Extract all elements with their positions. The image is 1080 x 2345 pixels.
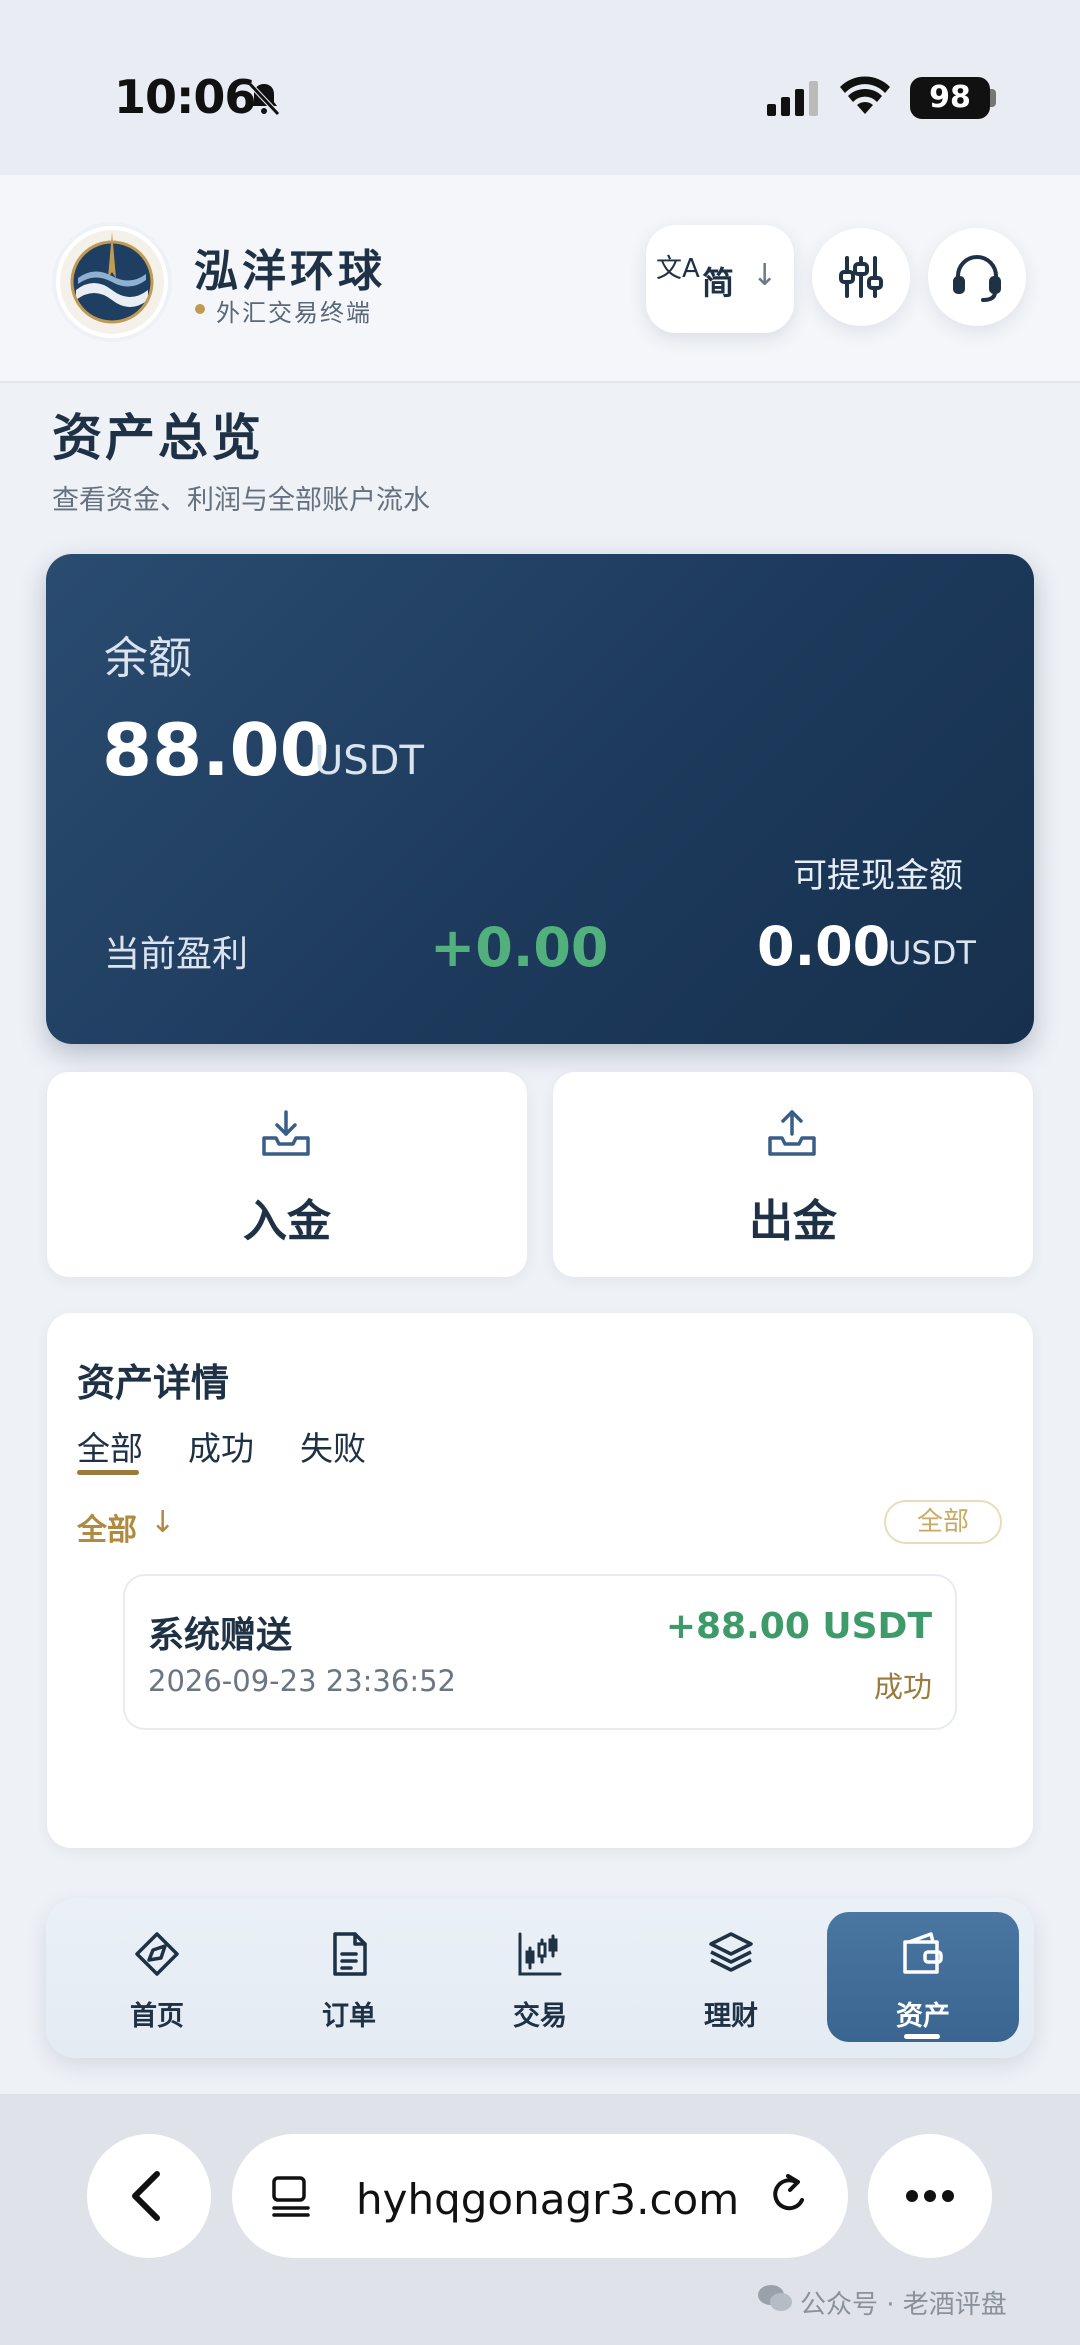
brand-subtitle: 外汇交易终端 (216, 299, 372, 327)
wechat-icon (758, 2285, 792, 2311)
profit-label: 当前盈利 (104, 934, 249, 975)
arrow-down-icon: ↓ (150, 1505, 176, 1540)
balance-label: 余额 (104, 633, 192, 684)
withdrawable-label: 可提现金额 (793, 856, 963, 896)
candlestick-icon (518, 1932, 562, 1976)
headset-icon (953, 255, 1001, 302)
page-menu-icon[interactable] (268, 2172, 314, 2218)
back-button[interactable] (87, 2134, 211, 2258)
deposit-label: 入金 (243, 1196, 331, 1247)
balance-unit: USDT (314, 738, 424, 784)
brand-logo (52, 222, 172, 342)
compass-icon (135, 1932, 179, 1976)
wallet-icon (903, 1932, 943, 1974)
tab-home[interactable]: 首页 (62, 1912, 252, 2042)
document-icon (333, 1932, 367, 1976)
brand-dot (195, 304, 205, 314)
tab-label: 资产 (896, 2001, 950, 2032)
tab-all[interactable]: 全部 (77, 1422, 143, 1470)
reload-icon[interactable] (766, 2172, 812, 2220)
tab-success[interactable]: 成功 (188, 1422, 254, 1470)
record-amount: +88.00 USDT (665, 1606, 932, 1647)
record-time: 2026-09-23 23:36:52 (148, 1664, 456, 1698)
sliders-icon (839, 256, 883, 298)
ellipsis-icon (906, 2190, 954, 2202)
language-label: 简 (702, 264, 735, 302)
tab-label: 交易 (513, 2001, 567, 2032)
balance-amount: 88.00 (102, 708, 330, 792)
support-button[interactable] (928, 228, 1026, 326)
tab-orders[interactable]: 订单 (254, 1912, 444, 2042)
tab-trade[interactable]: 交易 (445, 1912, 635, 2042)
filter-pill[interactable]: 全部 (884, 1500, 1002, 1544)
tab-active-underline (77, 1470, 139, 1475)
tab-label: 理财 (704, 2001, 758, 2032)
translate-icon: 文A (656, 254, 700, 284)
asset-detail-title: 资产详情 (77, 1361, 230, 1405)
tab-failed[interactable]: 失败 (300, 1422, 366, 1470)
brand-name: 泓洋环球 (194, 246, 386, 297)
download-tray-icon (262, 1110, 310, 1156)
record-title: 系统赠送 (148, 1615, 293, 1656)
active-tab-indicator (904, 2034, 940, 2039)
filter-dropdown[interactable]: 全部 (77, 1505, 137, 1549)
tab-label: 首页 (130, 2001, 184, 2032)
page-subtitle: 查看资金、利润与全部账户流水 (52, 485, 430, 516)
withdrawable-value: 0.00 (757, 915, 891, 978)
page-title: 资产总览 (52, 409, 264, 467)
profit-value: +0.00 (430, 916, 609, 979)
battery-level: 98 (910, 77, 990, 119)
status-time: 10:06 (114, 70, 256, 124)
battery-tip (990, 89, 996, 107)
tab-assets[interactable]: 资产 (828, 1912, 1018, 2042)
settings-button[interactable] (812, 228, 910, 326)
watermark-text: 公众号 · 老酒评盘 (800, 2290, 1007, 2320)
box-icon (709, 1932, 753, 1972)
bell-muted-icon (248, 82, 280, 116)
more-button[interactable] (868, 2134, 992, 2258)
wifi-icon (840, 76, 890, 114)
chevron-left-icon (132, 2171, 160, 2221)
tab-finance[interactable]: 理财 (636, 1912, 826, 2042)
withdraw-label: 出金 (749, 1196, 837, 1247)
signal-icon (767, 81, 818, 116)
logo-emblem-icon (60, 230, 164, 334)
record-status: 成功 (873, 1670, 932, 1704)
url-text: hyhqgonagr3.com (356, 2175, 740, 2224)
tab-label: 订单 (322, 2001, 376, 2032)
upload-tray-icon (768, 1110, 816, 1156)
chevron-down-icon: ↓ (752, 258, 778, 293)
withdrawable-unit: USDT (888, 934, 976, 972)
